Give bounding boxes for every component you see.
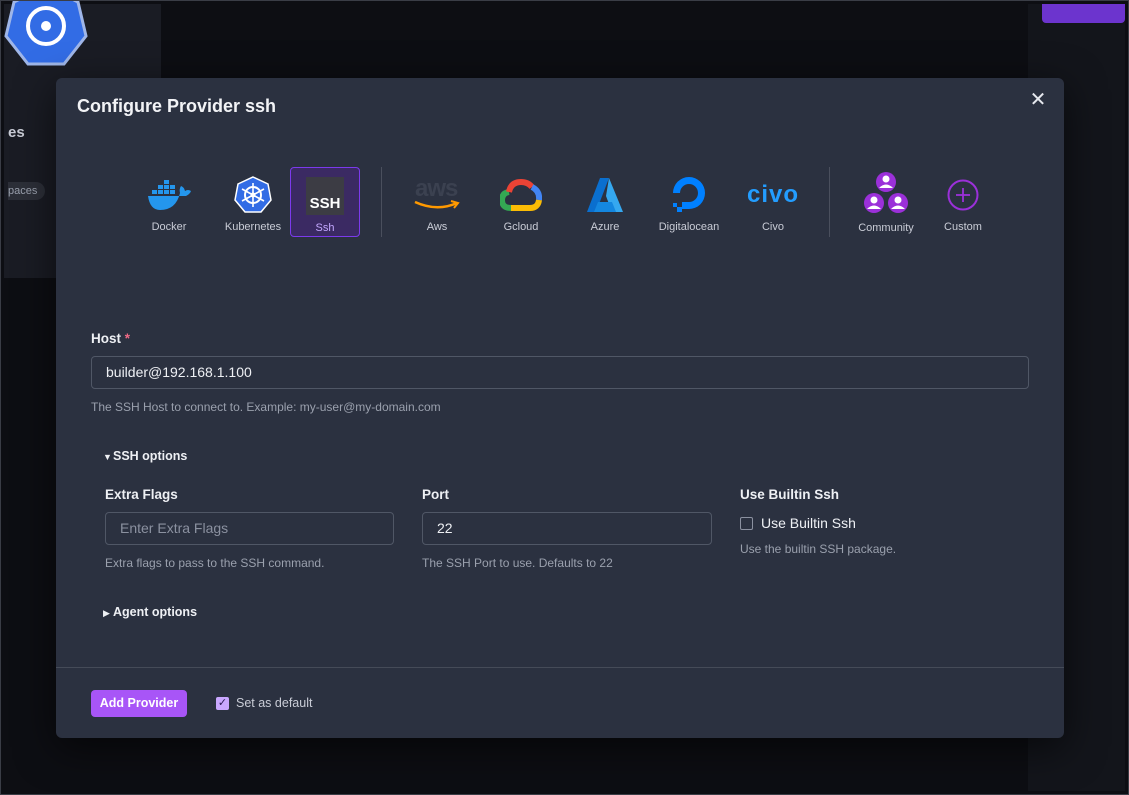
use-builtin-ssh-checkbox[interactable] <box>740 517 753 530</box>
provider-label: Docker <box>151 221 187 233</box>
provider-label: Aws <box>426 221 448 233</box>
provider-label: Digitalocean <box>658 221 720 233</box>
configure-provider-dialog: Configure Provider ssh ✕ Docker Kubernet… <box>56 78 1064 738</box>
provider-label: Custom <box>944 221 982 233</box>
provider-divider <box>829 167 830 237</box>
aws-icon: aws <box>413 175 461 213</box>
provider-label: Gcloud <box>503 221 539 233</box>
provider-azure[interactable]: Azure <box>570 167 640 237</box>
provider-label: Azure <box>590 221 620 233</box>
extra-flags-input[interactable]: Enter Extra Flags <box>105 512 394 545</box>
provider-ssh[interactable]: SSH Ssh <box>290 167 360 237</box>
add-provider-button[interactable]: Add Provider <box>91 690 187 717</box>
provider-label: Ssh <box>315 222 335 234</box>
provider-divider <box>381 167 382 237</box>
ssh-icon-text: SSH <box>309 195 341 212</box>
digitalocean-icon <box>673 177 705 212</box>
extra-flags-label: Extra Flags <box>105 487 178 502</box>
set-default-checkbox[interactable]: ✓ <box>216 697 229 710</box>
port-label: Port <box>422 487 449 502</box>
host-help-text: The SSH Host to connect to. Example: my-… <box>91 400 441 414</box>
provider-civo[interactable]: civo Civo <box>738 167 808 237</box>
provider-aws[interactable]: aws Aws <box>402 167 472 237</box>
docker-icon <box>148 180 191 210</box>
dialog-title: Configure Provider ssh <box>77 96 277 116</box>
caret-right-icon: ▶ <box>103 608 110 618</box>
background-purple-button <box>1042 4 1125 23</box>
host-label-text: Host <box>91 331 121 346</box>
agent-options-toggle[interactable]: ▶ Agent options <box>103 605 197 619</box>
provider-label: Civo <box>761 221 784 233</box>
kubernetes-icon <box>234 176 272 213</box>
ssh-icon: SSH <box>306 177 344 215</box>
extra-flags-help-text: Extra flags to pass to the SSH command. <box>105 556 325 570</box>
port-help-text: The SSH Port to use. Defaults to 22 <box>422 556 613 570</box>
close-icon[interactable]: ✕ <box>1028 90 1048 110</box>
plus-circle-icon <box>947 179 979 211</box>
provider-digitalocean[interactable]: Digitalocean <box>654 167 724 237</box>
required-mark: * <box>124 331 131 346</box>
provider-kubernetes[interactable]: Kubernetes <box>218 167 288 237</box>
community-icon <box>864 172 908 213</box>
kubernetes-logo-icon <box>4 0 88 66</box>
caret-down-icon: ▼ <box>103 452 112 462</box>
ssh-options-label: SSH options <box>113 449 188 463</box>
azure-icon <box>587 178 623 212</box>
footer-divider <box>56 667 1064 668</box>
ssh-options-toggle[interactable]: ▼SSH options <box>103 449 187 463</box>
host-input[interactable]: builder@192.168.1.100 <box>91 356 1029 389</box>
port-input[interactable]: 22 <box>422 512 712 545</box>
background-sidebar-chip: paces <box>8 182 46 200</box>
provider-community[interactable]: Community <box>851 167 921 237</box>
agent-options-label: Agent options <box>113 605 198 619</box>
use-builtin-ssh-help-text: Use the builtin SSH package. <box>740 542 897 556</box>
civo-icon: civo <box>746 181 800 208</box>
provider-docker[interactable]: Docker <box>134 167 204 237</box>
host-label: Host * <box>91 331 130 346</box>
provider-custom[interactable]: Custom <box>928 167 998 237</box>
use-builtin-ssh-label: Use Builtin Ssh <box>740 487 840 502</box>
gcloud-icon <box>500 178 542 211</box>
set-default-label[interactable]: Set as default <box>236 696 312 710</box>
use-builtin-ssh-checkbox-label[interactable]: Use Builtin Ssh <box>761 515 856 531</box>
provider-gcloud[interactable]: Gcloud <box>486 167 556 237</box>
background-sidebar-label: es <box>8 124 25 141</box>
